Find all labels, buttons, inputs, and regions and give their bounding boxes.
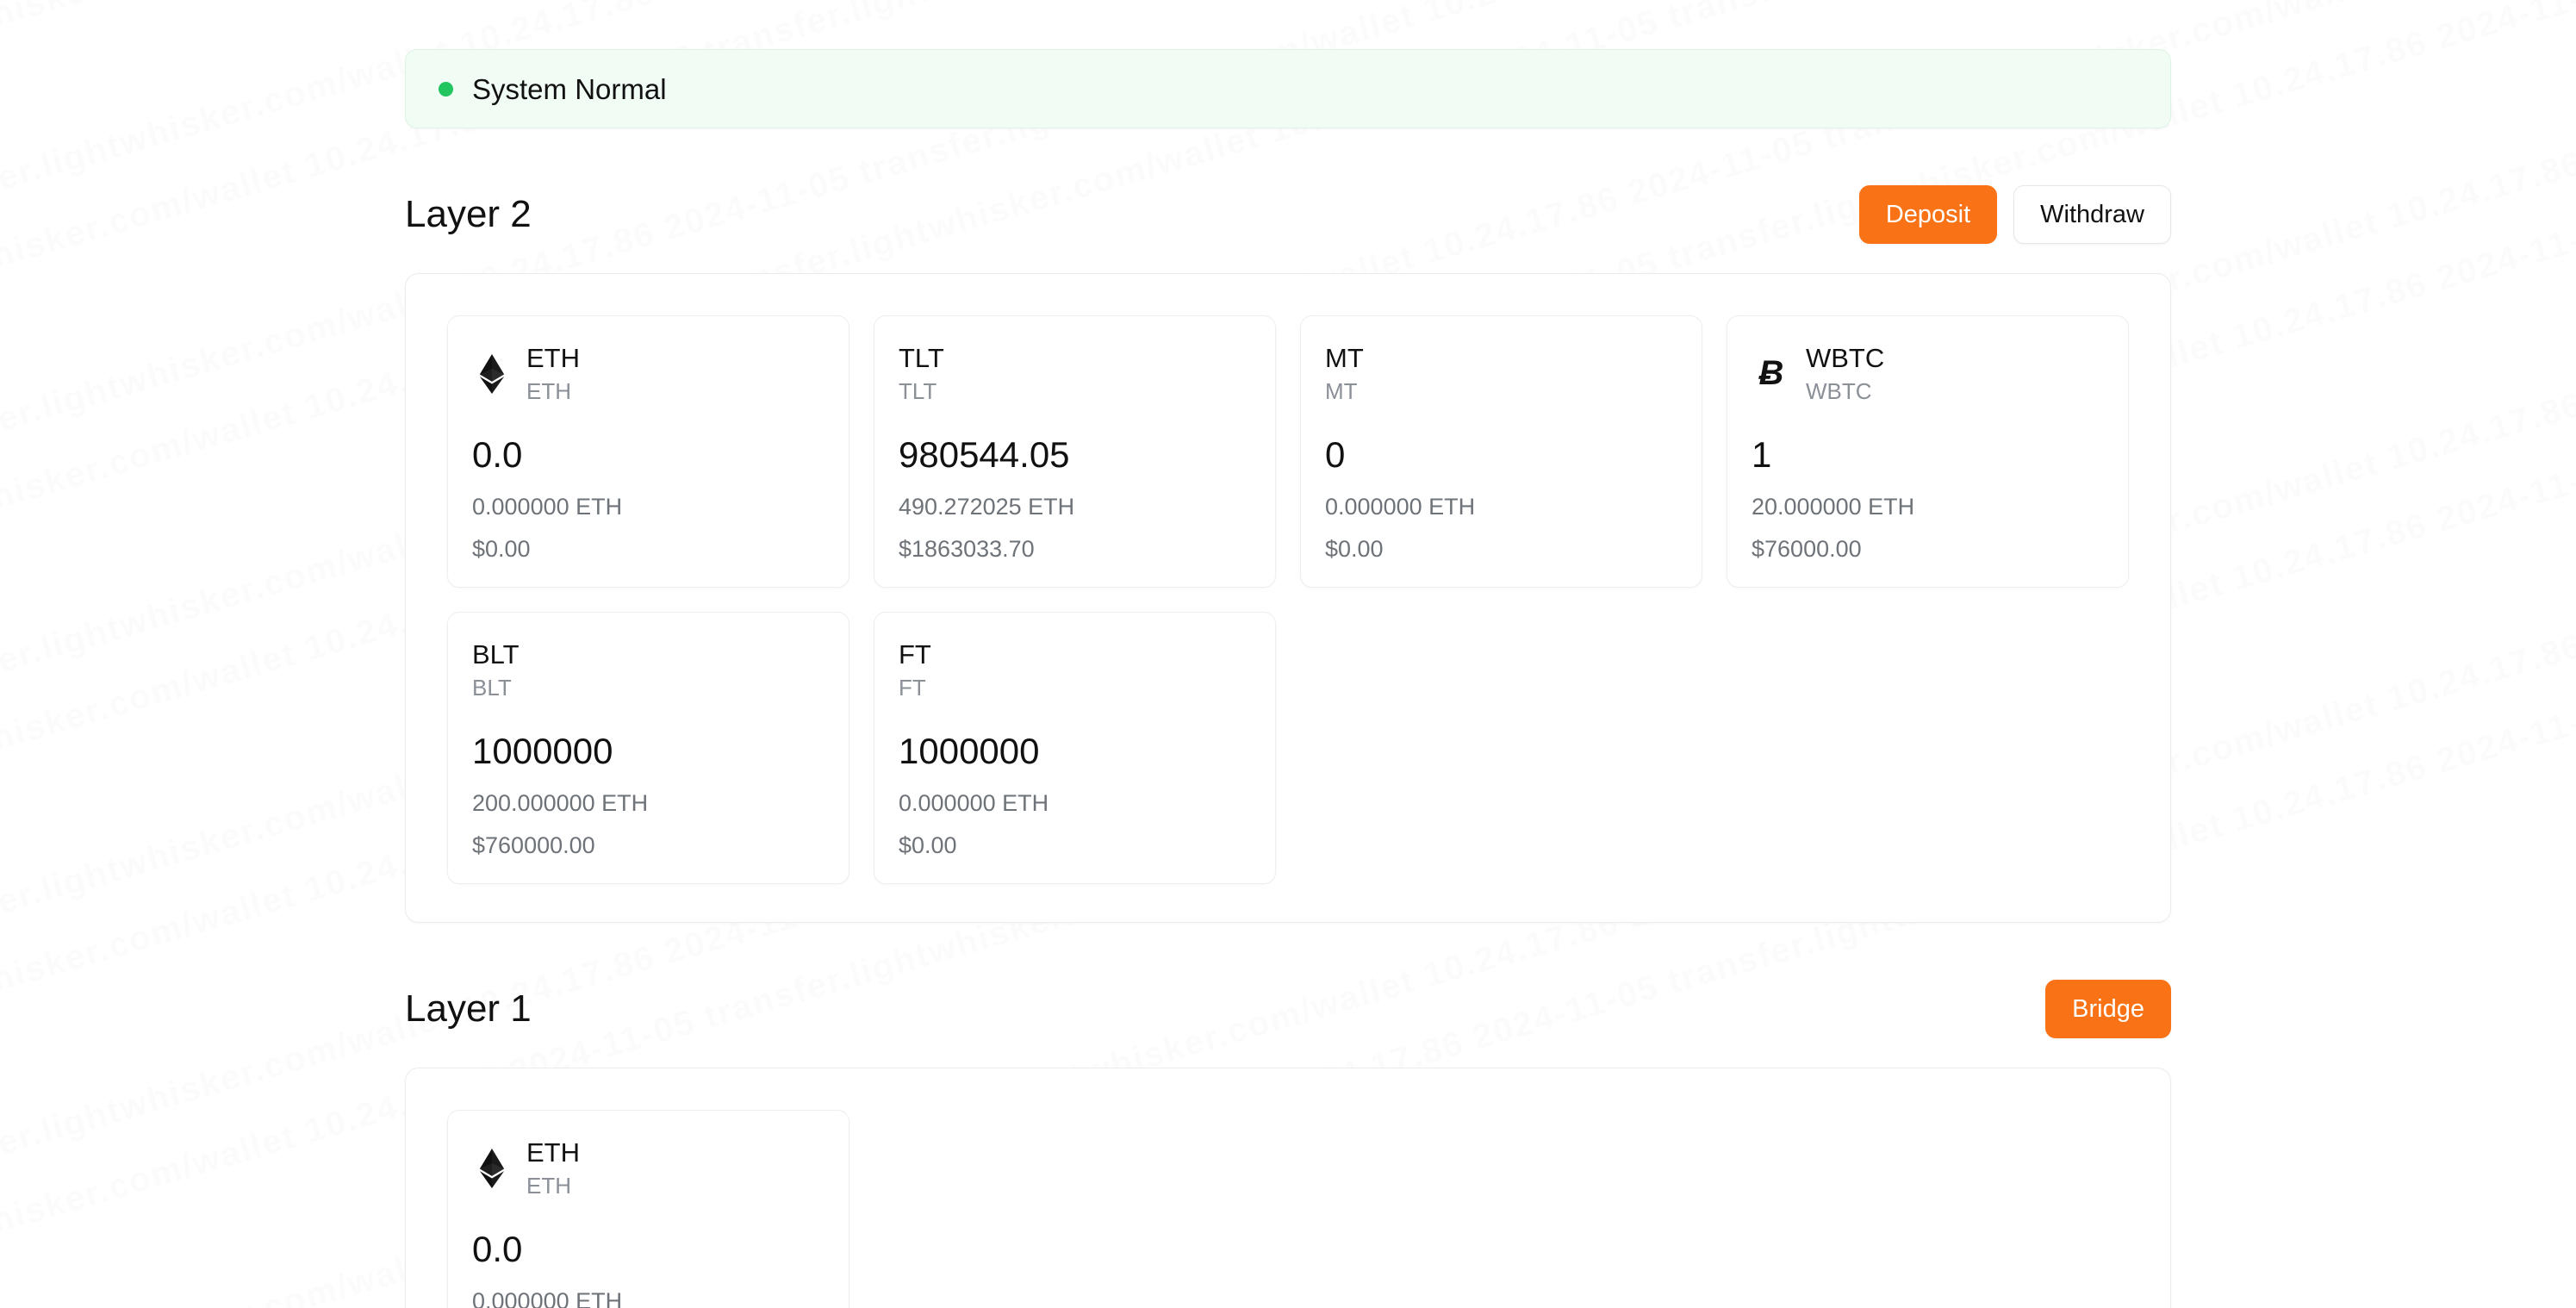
token-usd-value: $0.00 — [899, 832, 957, 858]
token-usd-value: $0.00 — [472, 536, 531, 562]
token-card-header: MT MT — [1325, 342, 1677, 406]
token-balance: 0.0 — [472, 434, 523, 475]
svg-text:Ƀ: Ƀ — [1758, 354, 1784, 392]
token-usd-value: $1863033.70 — [899, 536, 1035, 562]
token-eth-value: 0.000000 ETH — [1325, 494, 1476, 520]
token-symbol: WBTC — [1806, 343, 1885, 374]
bitcoin-logo-icon: Ƀ — [1752, 354, 1791, 394]
token-card[interactable]: TLT TLT 980544.05 490.272025 ETH $1863033.70 — [874, 315, 1276, 588]
token-symbol: ETH — [526, 343, 580, 374]
token-card[interactable]: Ƀ WBTC WBTC 1 20.000000 ETH $76000.00 — [1727, 315, 2129, 588]
token-card-header: Ƀ WBTC WBTC — [1752, 342, 2104, 406]
token-name: BLT — [472, 674, 512, 701]
token-balance: 1000000 — [472, 731, 613, 771]
token-card-header: ETH ETH — [472, 342, 824, 406]
layer1-token-panel: ETHETH0.00.000000 ETH$0.00 — [405, 1068, 2171, 1308]
token-name-group: TLT TLT — [899, 343, 944, 404]
token-name: TLT — [899, 377, 937, 404]
token-name-group: BLT BLT — [472, 639, 520, 701]
token-symbol: MT — [1325, 343, 1364, 374]
status-dot-icon — [439, 81, 453, 97]
token-eth-value: 490.272025 ETH — [899, 494, 1075, 520]
token-symbol: FT — [899, 639, 931, 670]
withdraw-button[interactable]: Withdraw — [2013, 185, 2171, 244]
bridge-button[interactable]: Bridge — [2045, 980, 2171, 1038]
layer1-token-grid: ETHETH0.00.000000 ETH$0.00 — [447, 1110, 2129, 1308]
token-card[interactable]: BLT BLT 1000000 200.000000 ETH $760000.00 — [447, 612, 849, 884]
layer2-token-grid: ETH ETH 0.0 0.000000 ETH $0.00 TLT TLT 980544.0… — [447, 315, 2129, 884]
token-card-header: FT FT — [899, 638, 1251, 702]
token-card[interactable]: ETH ETH 0.0 0.000000 ETH $0.00 — [447, 315, 849, 588]
layer2-section-header: Layer 2 Deposit Withdraw — [405, 185, 2171, 244]
layer1-title: Layer 1 — [405, 987, 532, 1030]
token-name-group: ETH ETH — [526, 1137, 580, 1199]
ethereum-logo-icon — [472, 354, 512, 394]
token-card-header: BLT BLT — [472, 638, 824, 702]
ethereum-logo-icon — [472, 1149, 512, 1188]
token-balance: 0.0 — [472, 1229, 523, 1269]
token-usd-value: $0.00 — [1325, 536, 1384, 562]
token-eth-value: 0.000000 ETH — [472, 494, 623, 520]
layer2-action-group: Deposit Withdraw — [1858, 185, 2171, 244]
token-usd-value: $76000.00 — [1752, 536, 1862, 562]
token-name-group: MT MT — [1325, 343, 1364, 404]
token-balance: 0 — [1325, 434, 1346, 475]
token-symbol: TLT — [899, 343, 944, 374]
token-eth-value: 0.000000 ETH — [899, 790, 1049, 816]
token-symbol: BLT — [472, 639, 520, 670]
token-name: MT — [1325, 377, 1358, 404]
token-card-header: TLT TLT — [899, 342, 1251, 406]
token-symbol: ETH — [526, 1137, 580, 1168]
token-card[interactable]: MT MT 0 0.000000 ETH $0.00 — [1300, 315, 1702, 588]
token-name: ETH — [526, 1172, 571, 1199]
token-name: WBTC — [1806, 377, 1872, 404]
layer2-title: Layer 2 — [405, 193, 532, 235]
system-status-label: System Normal — [472, 72, 667, 105]
token-balance: 1000000 — [899, 731, 1040, 771]
layer2-token-panel: ETH ETH 0.0 0.000000 ETH $0.00 TLT TLT 980544.0… — [405, 273, 2171, 923]
wallet-dashboard-page: System Normal Layer 2 Deposit Withdraw E… — [0, 0, 2576, 1308]
token-name: ETH — [526, 377, 571, 404]
layer1-section-header: Layer 1 Bridge — [405, 980, 2171, 1038]
token-eth-value: 0.000000 ETH — [472, 1288, 623, 1308]
token-card[interactable]: ETHETH0.00.000000 ETH$0.00 — [447, 1110, 849, 1308]
layer1-action-group: Bridge — [2045, 980, 2171, 1038]
token-card-header: ETH ETH — [472, 1137, 824, 1200]
page-content: System Normal Layer 2 Deposit Withdraw E… — [405, 0, 2171, 1308]
token-eth-value: 200.000000 ETH — [472, 790, 649, 816]
token-eth-value: 20.000000 ETH — [1752, 494, 1915, 520]
system-status-banner: System Normal — [405, 49, 2171, 128]
deposit-button[interactable]: Deposit — [1858, 185, 1998, 244]
token-card[interactable]: FT FT 1000000 0.000000 ETH $0.00 — [874, 612, 1276, 884]
token-name-group: FT FT — [899, 639, 931, 701]
token-balance: 980544.05 — [899, 434, 1070, 475]
token-usd-value: $760000.00 — [472, 832, 595, 858]
token-balance: 1 — [1752, 434, 1772, 475]
token-name-group: ETH ETH — [526, 343, 580, 404]
token-name: FT — [899, 674, 926, 701]
token-name-group: WBTC WBTC — [1806, 343, 1885, 404]
